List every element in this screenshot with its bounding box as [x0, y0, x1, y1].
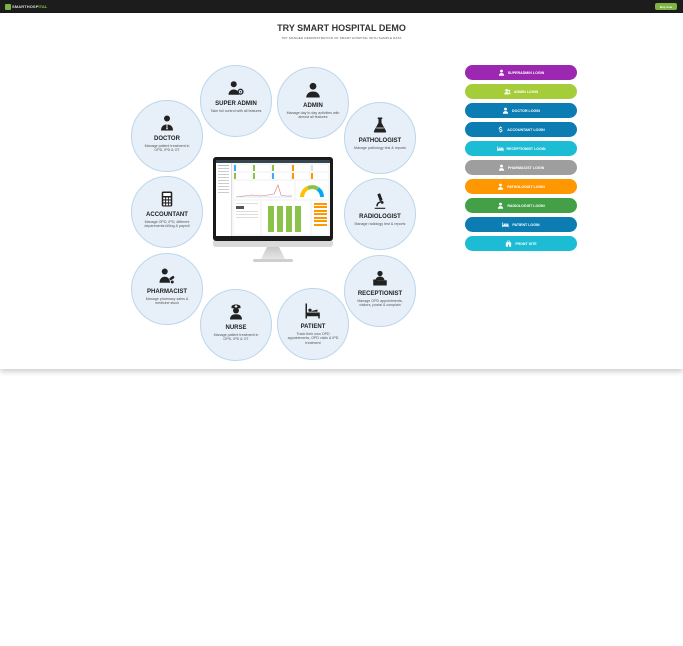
- page-subtitle: TRY MANGED DEMONSTRATION OF SMART HOSPIT…: [281, 36, 402, 40]
- role-card-super-admin: SUPER ADMIN Take full control with all fe…: [200, 65, 272, 137]
- login-button-label: PATHOLOGIST LOGIN: [507, 184, 545, 189]
- pharmacist-icon: [157, 266, 177, 286]
- role-name: ADMIN: [303, 103, 323, 109]
- role-card-nurse: NURSE Manage patient treatment in OPD, IP…: [200, 289, 272, 361]
- doctor-icon: [157, 113, 177, 133]
- role-name: NURSE: [225, 325, 247, 331]
- preview-stat-row: [234, 165, 329, 171]
- doctor-login-button[interactable]: DOCTOR LOGIN: [465, 103, 577, 118]
- preview-stat-tile: [291, 165, 309, 171]
- brand-logo[interactable]: SMARTHOSPITAL: [5, 3, 47, 10]
- flask-icon: [370, 115, 390, 135]
- preview-bar-chart: [262, 201, 310, 234]
- login-button-label: PATIENT LOGIN: [512, 222, 540, 227]
- superadmin-login-button[interactable]: SUPERADMIN LOGIN: [465, 65, 577, 80]
- role-card-pharmacist: PHARMACIST Manage pharmacy sales & medici…: [131, 253, 203, 325]
- role-name: PATIENT: [300, 324, 326, 330]
- top-bar: SMARTHOSPITAL Buy now: [0, 0, 683, 13]
- brand-mark-icon: [5, 3, 11, 10]
- role-name: ACCOUNTANT: [146, 212, 188, 218]
- role-card-patient: PATIENT Track their own OPD appointments,…: [277, 288, 349, 360]
- login-button-label: RECEPTIONIST LOGIN: [506, 146, 546, 151]
- patient-login-button[interactable]: PATIENT LOGIN: [465, 217, 577, 232]
- monitor-screen: [213, 157, 333, 241]
- preview-line-chart: [234, 181, 294, 199]
- login-button-label: PHARMACIST LOGIN: [507, 165, 545, 170]
- role-card-pathologist: PATHOLOGIST Manage pathology test & repor…: [344, 102, 416, 174]
- admin-login-button[interactable]: ADMIN LOGIN: [465, 84, 577, 99]
- role-name: RADIOLOGIST: [359, 214, 401, 220]
- brand-text-right: ITAL: [38, 4, 48, 9]
- login-button-label: DOCTOR LOGIN: [512, 108, 540, 113]
- hospital-icon: [505, 240, 512, 247]
- pathologist-login-button[interactable]: PATHOLOGIST LOGIN: [465, 179, 577, 194]
- role-card-radiologist: RADIOLOGIST Manage radiology test & repor…: [344, 178, 416, 250]
- buy-now-button[interactable]: Buy now: [655, 3, 677, 10]
- front-site-login-button[interactable]: FRONT SITE: [465, 236, 577, 251]
- preview-gauge-chart: [296, 181, 328, 199]
- monitor-base: [253, 259, 293, 262]
- role-name: DOCTOR: [154, 136, 180, 142]
- calculator-icon: [157, 189, 177, 209]
- receptionist-login-button[interactable]: RECEPTIONIST LOGIN: [465, 141, 577, 156]
- role-card-accountant: ACCOUNTANT Manage OPD, IPD, different dep…: [131, 176, 203, 248]
- role-description: Take full control with all features: [210, 109, 262, 113]
- preview-stat-row-2: [234, 173, 329, 179]
- brand-text-left: SMARTHOSP: [12, 4, 39, 9]
- role-card-doctor: DOCTOR Manage patient treatment in OPD, I…: [131, 100, 203, 172]
- accountant-login-button[interactable]: ACCOUNTANT LOGIN: [465, 122, 577, 137]
- user-icon: [498, 164, 505, 171]
- preview-topbar: [216, 160, 330, 163]
- login-button-label: SUPERADMIN LOGIN: [507, 70, 545, 75]
- role-description: Track their own OPD appointments, OPD vi…: [287, 332, 339, 345]
- preview-table-left: [234, 201, 260, 234]
- preview-stat-tile: [272, 165, 290, 171]
- login-button-label: ACCOUNTANT LOGIN: [507, 127, 545, 132]
- dashboard-screenshot: [216, 160, 330, 236]
- patient-bed-icon: [303, 301, 323, 321]
- role-description: Manage pharmacy sales & medicine stock: [145, 297, 189, 306]
- pharmacist-login-button[interactable]: PHARMACIST LOGIN: [465, 160, 577, 175]
- bed-icon: [496, 145, 504, 152]
- users-icon: [504, 88, 511, 95]
- preview-stat-tile: [253, 165, 271, 171]
- preview-list-right: [312, 201, 328, 234]
- page-title: TRY SMART HOSPITAL DEMO: [277, 23, 406, 33]
- preview-stat-tile: [310, 165, 329, 171]
- role-name: SUPER ADMIN: [215, 101, 257, 107]
- user-icon: [497, 183, 504, 190]
- role-description: Manage radiology test & reports: [354, 222, 406, 226]
- role-description: Manage pathology test & reports: [354, 146, 406, 150]
- dashboard-preview-monitor: [213, 157, 333, 265]
- user-icon: [498, 69, 505, 76]
- login-button-label: ADMIN LOGIN: [513, 89, 539, 94]
- monitor-chin: [213, 241, 333, 247]
- role-name: PHARMACIST: [147, 289, 187, 295]
- login-button-label: FRONT SITE: [515, 241, 537, 246]
- nurse-icon: [226, 302, 246, 322]
- monitor-stand: [261, 247, 285, 259]
- radiologist-login-button[interactable]: RADIOLOGIST LOGIN: [465, 198, 577, 213]
- user-icon: [497, 202, 504, 209]
- dollar-icon: [497, 126, 504, 133]
- demo-section: TRY SMART HOSPITAL DEMO TRY MANGED DEMON…: [0, 13, 683, 369]
- receptionist-icon: [370, 268, 390, 288]
- microscope-icon: [370, 191, 390, 211]
- preview-sidebar: [216, 163, 232, 236]
- preview-stat-tile: [234, 165, 252, 171]
- role-card-admin: ADMIN Manage day to day activities with a…: [277, 67, 349, 139]
- role-description: Manage OPD appointments, visitors, posta…: [357, 299, 403, 308]
- role-description: Manage OPD, IPD, different departments b…: [144, 220, 190, 229]
- user-icon: [502, 107, 509, 114]
- role-description: Manage patient treatment in OPD, IPD & O…: [213, 333, 259, 342]
- user-gear-icon: [226, 78, 246, 98]
- user-icon: [303, 80, 323, 100]
- role-card-receptionist: RECEPTIONIST Manage OPD appointments, vis…: [344, 255, 416, 327]
- role-description: Manage patient treatment in OPD, IPD & O…: [144, 144, 190, 153]
- login-button-label: RADIOLOGIST LOGIN: [507, 203, 545, 208]
- role-name: PATHOLOGIST: [358, 138, 402, 144]
- bed-icon: [502, 221, 509, 228]
- role-description: Manage day to day activities with almost…: [286, 111, 340, 120]
- role-name: RECEPTIONIST: [357, 291, 403, 297]
